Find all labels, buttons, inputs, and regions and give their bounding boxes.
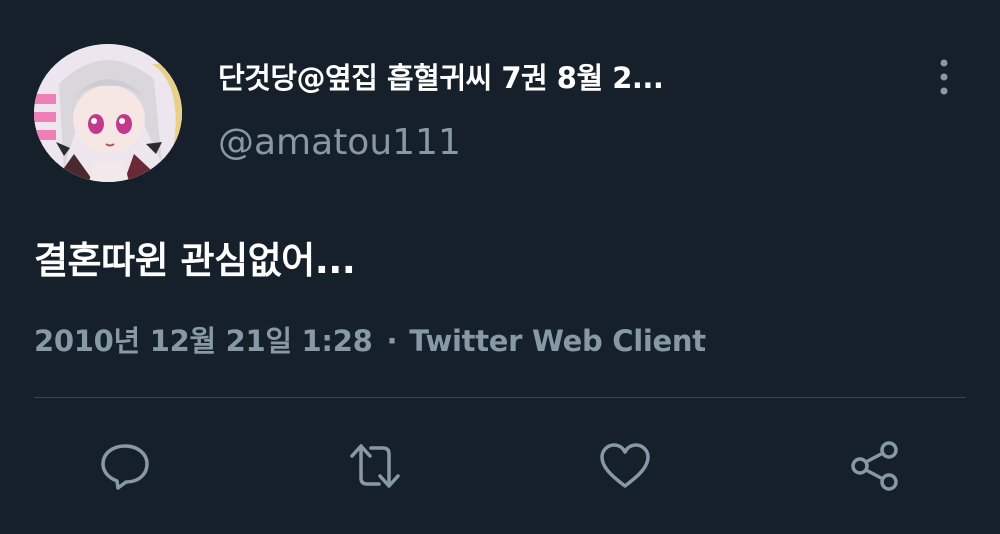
user-handle[interactable]: @amatou111	[218, 122, 461, 163]
more-vertical-icon	[940, 59, 948, 95]
comment-icon	[101, 444, 149, 490]
share-icon	[851, 441, 898, 491]
like-button[interactable]	[597, 440, 653, 492]
tweet-text: 결혼따윈 관심없어...	[34, 239, 356, 282]
tweet-timestamp[interactable]: 2010년 12월 21일 1:28	[34, 324, 373, 358]
heart-icon	[600, 443, 650, 488]
avatar-image	[34, 44, 182, 182]
avatar[interactable]	[34, 44, 182, 182]
more-options-button[interactable]	[928, 56, 960, 98]
meta-separator: ·	[386, 324, 398, 358]
tweet-meta: 2010년 12월 21일 1:28 · Twitter Web Client	[34, 318, 706, 360]
divider	[34, 397, 966, 398]
retweet-icon	[350, 444, 400, 488]
reply-button[interactable]	[97, 440, 153, 492]
tweet-source[interactable]: Twitter Web Client	[409, 324, 706, 358]
share-button[interactable]	[847, 440, 903, 492]
retweet-button[interactable]	[347, 440, 403, 492]
display-name[interactable]: 단것당@옆집 흡혈귀씨 7권 8월 2...	[218, 55, 664, 97]
